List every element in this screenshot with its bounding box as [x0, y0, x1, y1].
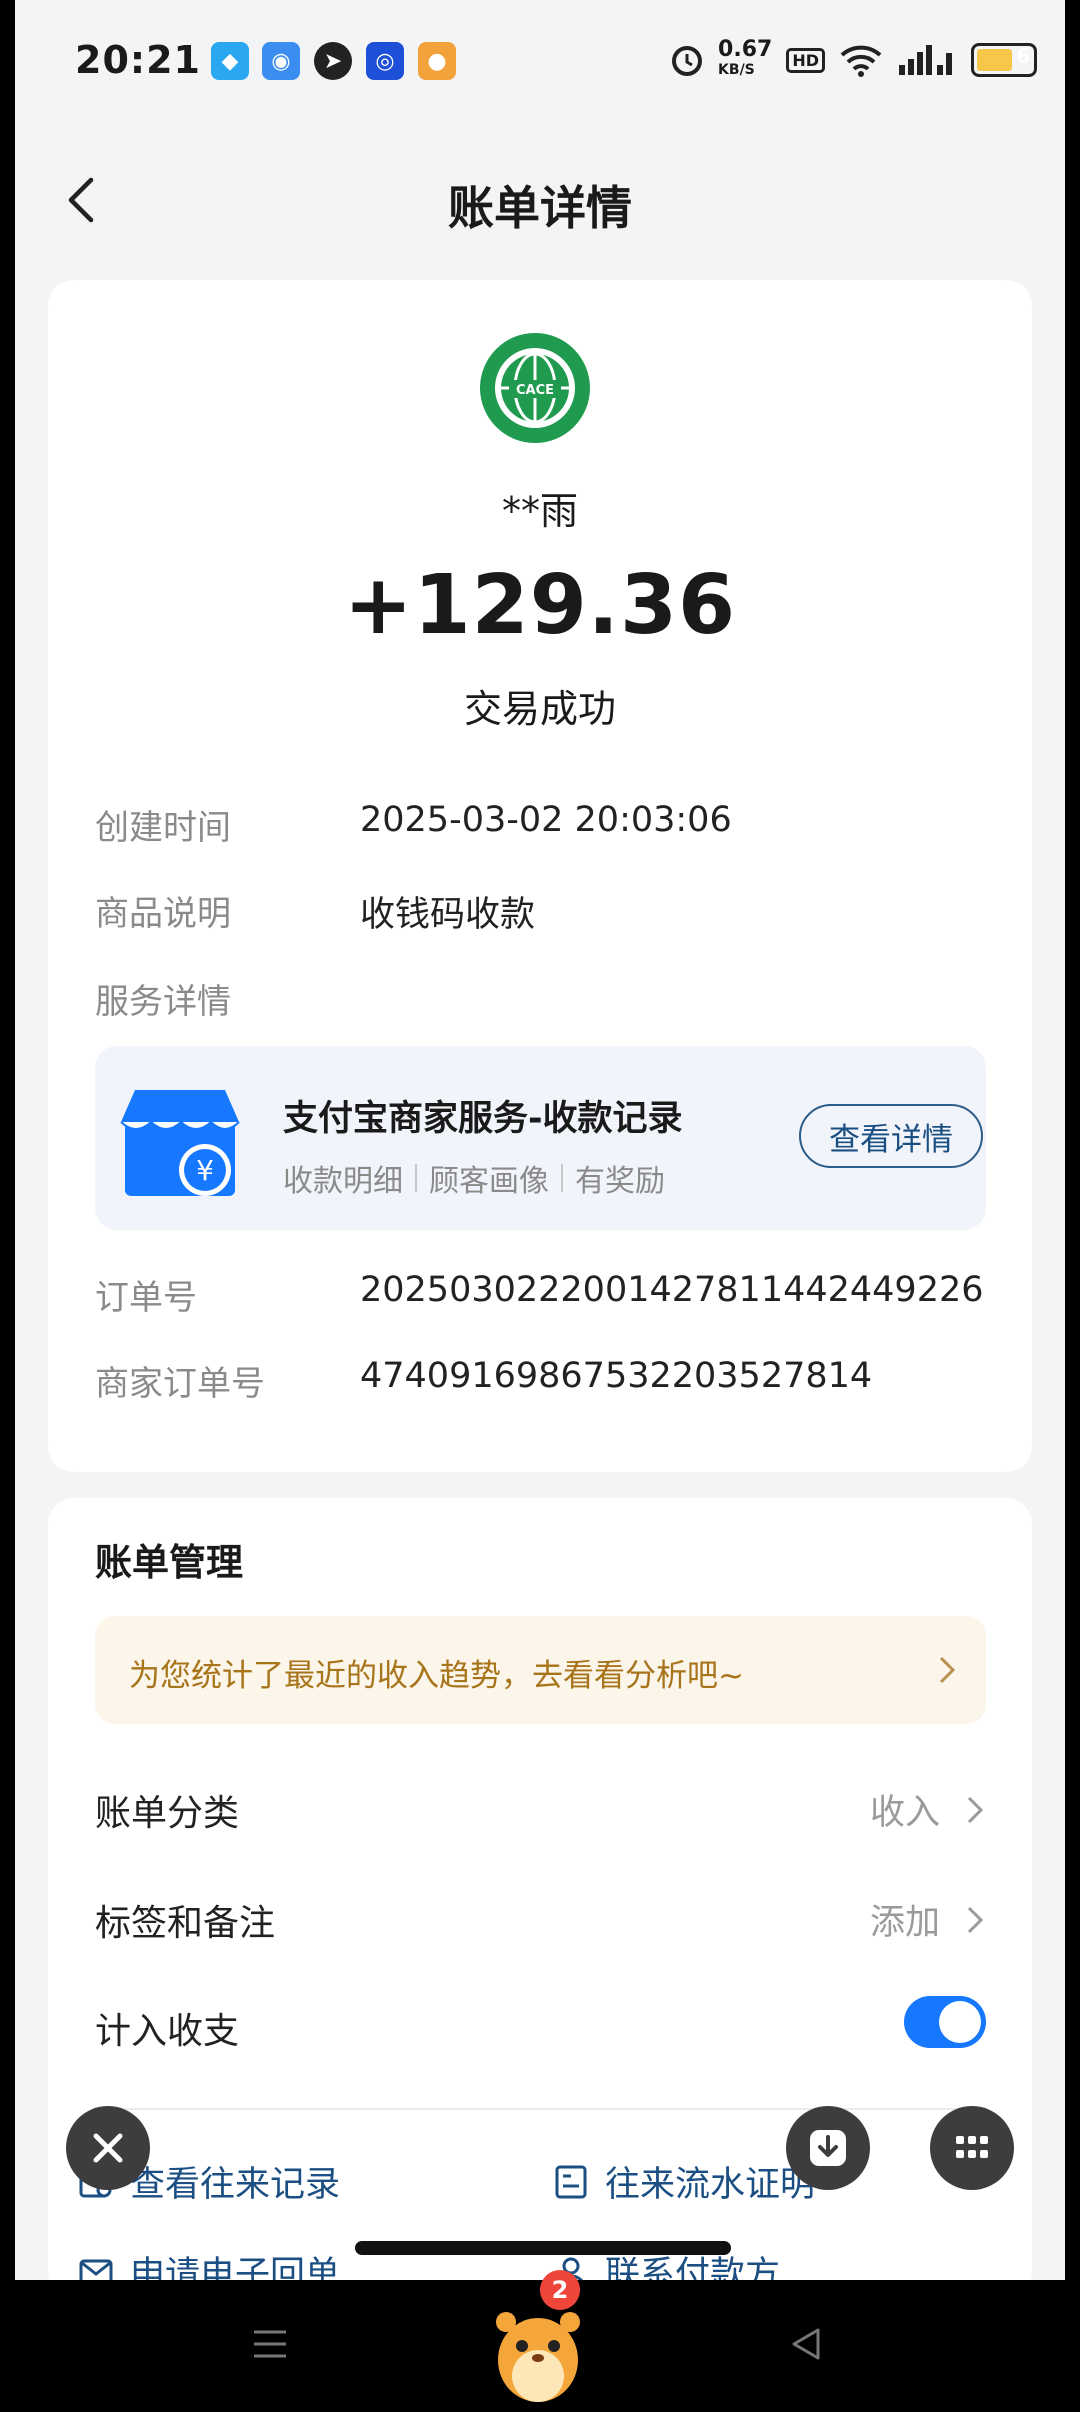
view-details-button[interactable]: 查看详情 [799, 1104, 983, 1168]
transaction-amount: +129.36 [343, 558, 737, 653]
bill-management-card: 账单管理 为您统计了最近的收入趋势，去看看分析吧~ 账单分类 收入 标签和备注 … [48, 1498, 1032, 2280]
merchant-service-card[interactable]: ¥ 支付宝商家服务-收款记录 收款明细 顾客画像 有奖励 查看详情 [95, 1046, 986, 1230]
top-bar: 账单详情 [15, 150, 1065, 250]
wifi-icon [840, 45, 882, 77]
app-notification-icon: ◉ [262, 42, 300, 80]
network-speed: 0.67 KB/S [718, 37, 773, 80]
download-icon [810, 2130, 846, 2166]
created-time-value: 2025-03-02 20:03:06 [360, 800, 732, 840]
eye-shield-icon: ◎ [366, 42, 404, 80]
banner-text: 为您统计了最近的收入趋势，去看看分析吧~ [129, 1658, 744, 1694]
merchant-order-label: 商家订单号 [95, 1364, 265, 1404]
svg-text:¥: ¥ [196, 1154, 214, 1187]
merchant-order-value: 474091698675322035278​14 [360, 1356, 873, 1396]
include-in-stats-label: 计入收支 [95, 2011, 240, 2052]
tag-divider [561, 1164, 563, 1192]
battery-level: 6 [1016, 44, 1030, 68]
include-in-stats-toggle[interactable] [904, 1996, 986, 2048]
system-nav-bar [0, 2280, 1080, 2412]
grid-icon [956, 2136, 988, 2158]
back-triangle-icon[interactable] [786, 2324, 826, 2364]
shop-icon: ¥ [120, 1090, 240, 1196]
tags-notes-value: 添加 [869, 1903, 940, 1943]
bill-category-row[interactable]: 账单分类 收入 [95, 1772, 986, 1842]
chevron-right-icon [967, 1796, 984, 1824]
app-screen: 20:21 ◆ ◉ ➤ ◎ ● 0.67 KB/S HD 6 账单详情 CACE… [15, 0, 1065, 2280]
view-records-label: 查看往来记录 [130, 2165, 341, 2205]
close-icon [93, 2133, 123, 2163]
network-speed-value: 0.67 [718, 37, 773, 62]
product-desc-value: 收钱码收款 [360, 895, 536, 935]
e-receipt-link[interactable]: 申请电子回单 [78, 2246, 340, 2280]
bill-management-title: 账单管理 [95, 1541, 243, 1584]
alarm-icon [672, 46, 703, 76]
battery-icon: 6 [971, 43, 1037, 77]
status-bar: 20:21 ◆ ◉ ➤ ◎ ● 0.67 KB/S HD 6 [15, 0, 1065, 120]
tag-divider [415, 1164, 417, 1192]
e-receipt-label: 申请电子回单 [130, 2255, 341, 2280]
service-details-label: 服务详情 [95, 982, 231, 1022]
bill-category-label: 账单分类 [95, 1793, 240, 1834]
compass-icon: ➤ [314, 42, 352, 80]
product-desc-label: 商品说明 [95, 894, 231, 934]
tags-notes-row[interactable]: 标签和备注 添加 [95, 1882, 986, 1952]
qq-icon: ◆ [211, 42, 249, 80]
transaction-status: 交易成功 [463, 687, 616, 731]
chevron-right-icon [967, 1906, 984, 1934]
bill-category-value: 收入 [869, 1793, 940, 1833]
download-floating-button[interactable] [786, 2106, 870, 2190]
service-tags: 收款明细 顾客画像 有奖励 [283, 1156, 665, 1200]
network-speed-unit: KB/S [718, 62, 755, 78]
page-title: 账单详情 [448, 181, 632, 235]
transaction-proof-label: 往来流水证明 [605, 2165, 816, 2205]
svg-text:CACE: CACE [516, 383, 554, 398]
status-right: 0.67 KB/S HD 6 [670, 37, 1037, 80]
document-icon [555, 2165, 587, 2198]
mail-icon [79, 2259, 113, 2280]
order-number-value: 2025030222001427811442449226 [360, 1270, 984, 1310]
close-floating-button[interactable] [66, 2106, 150, 2190]
include-in-stats-row: 计入收支 [95, 1990, 986, 2060]
created-time-label: 创建时间 [95, 808, 231, 848]
divider [95, 2108, 986, 2110]
service-tag: 收款明细 [283, 1164, 403, 1199]
hd-icon: HD [786, 47, 825, 73]
signal-icon [899, 45, 952, 75]
payer-name: **雨 [501, 489, 578, 533]
menu-grid-floating-button[interactable] [930, 2106, 1014, 2190]
order-number-label: 订单号 [95, 1278, 197, 1318]
hamster-app-icon: ● [418, 42, 456, 80]
notification-badge: 2 [540, 2270, 580, 2310]
status-time: 20:21 [75, 38, 201, 82]
merchant-logo: CACE [480, 333, 590, 443]
service-tag: 顾客画像 [429, 1164, 549, 1199]
transaction-proof-link[interactable]: 往来流水证明 [553, 2156, 815, 2207]
income-trend-banner[interactable]: 为您统计了最近的收入趋势，去看看分析吧~ [95, 1616, 986, 1724]
chevron-right-icon [939, 1656, 956, 1684]
tags-notes-label: 标签和备注 [95, 1903, 276, 1944]
menu-icon[interactable] [250, 2324, 290, 2364]
transaction-card: CACE **雨 +129.36 交易成功 创建时间 2025-03-02 20… [48, 280, 1032, 1472]
service-tag: 有奖励 [575, 1164, 665, 1199]
home-indicator[interactable] [355, 2241, 731, 2255]
service-title: 支付宝商家服务-收款记录 [283, 1099, 683, 1139]
